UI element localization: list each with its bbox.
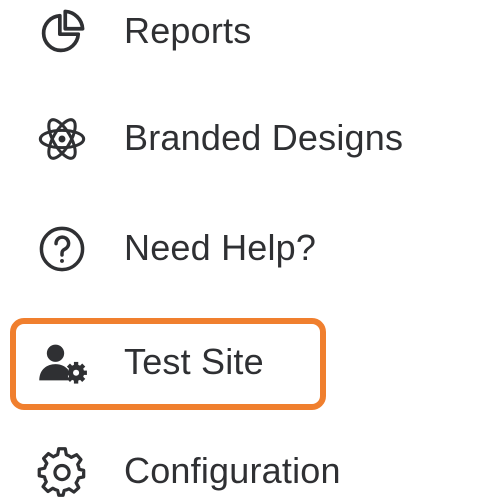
gear-icon bbox=[34, 444, 90, 500]
sidebar-nav: Reports Branded Designs Need Help? Test … bbox=[0, 0, 500, 500]
sidebar-item-label: Branded Designs bbox=[124, 117, 404, 159]
sidebar-item-need-help[interactable]: Need Help? bbox=[0, 207, 460, 291]
atom-icon bbox=[34, 111, 90, 167]
sidebar-item-label: Test Site bbox=[124, 341, 264, 383]
pie-chart-icon bbox=[34, 4, 90, 60]
sidebar-item-label: Need Help? bbox=[124, 227, 317, 269]
sidebar-item-reports[interactable]: Reports bbox=[0, 0, 460, 74]
sidebar-item-label: Configuration bbox=[124, 450, 341, 492]
user-gear-icon bbox=[34, 335, 90, 391]
sidebar-item-label: Reports bbox=[124, 10, 252, 52]
sidebar-item-test-site[interactable]: Test Site bbox=[0, 321, 460, 405]
question-circle-icon bbox=[34, 221, 90, 277]
sidebar-item-branded-designs[interactable]: Branded Designs bbox=[0, 97, 460, 181]
sidebar-item-configuration[interactable]: Configuration bbox=[0, 430, 460, 500]
